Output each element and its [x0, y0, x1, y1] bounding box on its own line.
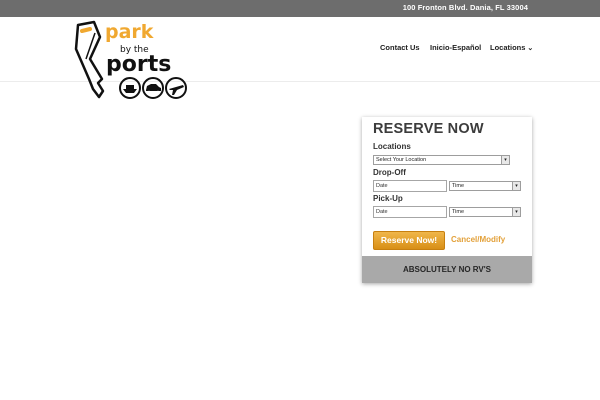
select-arrow-icon: ▾: [512, 182, 520, 190]
nav-contact-us[interactable]: Contact Us: [380, 43, 420, 52]
reserve-title: RESERVE NOW: [373, 121, 484, 137]
logo-text-park: park: [105, 21, 154, 43]
location-select-value: Select Your Location: [376, 157, 427, 163]
dropoff-time-value: Time: [452, 183, 465, 189]
address-text: 100 Fronton Blvd. Dania, FL 33004: [402, 3, 528, 12]
reserve-widget: RESERVE NOW Locations Select Your Locati…: [362, 117, 532, 283]
ship-icon: [119, 77, 141, 99]
select-arrow-icon: ▾: [501, 156, 509, 164]
pickup-date-field[interactable]: Date: [373, 206, 447, 218]
pickup-time-value: Time: [452, 209, 465, 215]
no-rv-banner: ABSOLUTELY NO RV'S: [362, 256, 532, 283]
chevron-down-icon: ⌄: [527, 45, 534, 52]
site-logo[interactable]: park by the ports: [68, 19, 190, 101]
dropoff-label: Drop-Off: [373, 168, 406, 177]
cancel-modify-link[interactable]: Cancel/Modify: [451, 235, 505, 244]
logo-text-ports: ports: [106, 52, 171, 77]
nav-locations-label: Locations: [490, 43, 526, 52]
nav-locations[interactable]: Locations ⌄: [490, 43, 533, 52]
pickup-label: Pick-Up: [373, 194, 403, 203]
reserve-now-button[interactable]: Reserve Now!: [373, 231, 445, 250]
dropoff-time-select[interactable]: Time ▾: [449, 181, 521, 191]
select-arrow-icon: ▾: [512, 208, 520, 216]
plane-icon: [165, 77, 187, 99]
nav-inicio-espanol[interactable]: Inicio-Español: [430, 43, 481, 52]
location-select[interactable]: Select Your Location ▾: [373, 155, 510, 165]
locations-label: Locations: [373, 142, 411, 151]
dropoff-date-field[interactable]: Date: [373, 180, 447, 192]
car-icon: [142, 77, 164, 99]
top-bar: 100 Fronton Blvd. Dania, FL 33004: [0, 0, 600, 17]
pickup-time-select[interactable]: Time ▾: [449, 207, 521, 217]
